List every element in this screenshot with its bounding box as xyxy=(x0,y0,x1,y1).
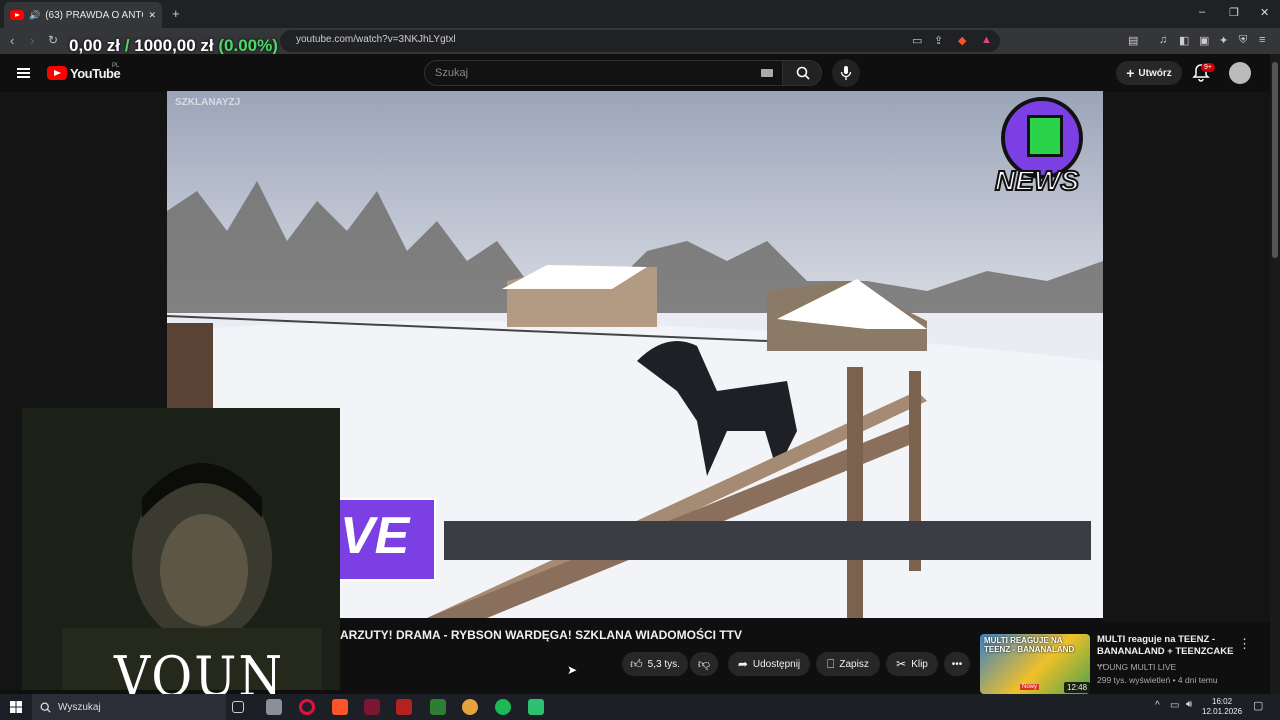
donation-goal: 1000,00 zł xyxy=(134,36,214,55)
taskbar-clock[interactable]: 16:02 12.01.2026 xyxy=(1202,697,1242,717)
spotify-icon[interactable] xyxy=(495,699,511,715)
overlay-ticker-bar xyxy=(444,521,1091,560)
right-dim-area xyxy=(1103,92,1270,622)
youtube-header: YouTube PL Szukaj + Utwórz xyxy=(0,54,1270,92)
volume-icon[interactable]: 🔊︎ xyxy=(1186,699,1192,710)
save-button[interactable]: ⎕ Zapisz xyxy=(816,652,880,676)
youtube-logo-icon[interactable] xyxy=(47,66,67,80)
app-icon-2[interactable] xyxy=(364,699,380,715)
scissors-icon: ✂ xyxy=(896,657,907,671)
wallet-icon[interactable]: ▣ xyxy=(1199,34,1209,47)
like-button[interactable]: 👍︎ 5,3 tys. xyxy=(622,652,688,676)
region-label: PL xyxy=(112,63,120,69)
mouse-cursor-icon: ➤ xyxy=(567,663,578,677)
thumbs-down-icon: 👎︎ xyxy=(697,656,711,671)
avatar[interactable] xyxy=(1229,62,1251,84)
tab-title: (63) PRAWDA O ANTOSIACH xyxy=(45,9,143,21)
app-icon-5[interactable] xyxy=(462,699,478,715)
url-text[interactable]: youtube.com/watch?v=3NKJhLYgtxl xyxy=(296,34,456,45)
create-button[interactable]: + Utwórz xyxy=(1116,61,1182,85)
search-input[interactable]: Szukaj xyxy=(424,60,784,86)
donation-separator: / xyxy=(124,36,130,55)
minimize-button[interactable]: – xyxy=(1199,6,1205,18)
taskbar-search[interactable]: Wyszukaj xyxy=(32,694,226,720)
voice-search-button[interactable] xyxy=(832,59,860,87)
app-icon-6[interactable] xyxy=(528,699,544,715)
bookmark-icon: ⎕ xyxy=(827,656,835,671)
new-tab-button[interactable]: + xyxy=(172,6,180,21)
suggested-channel-name[interactable]: YOUNG MULTI LIVE xyxy=(1097,662,1176,672)
brave-icon[interactable] xyxy=(332,699,348,715)
kebab-menu-icon[interactable]: ⋮ xyxy=(1238,636,1251,652)
search-icon xyxy=(796,66,810,80)
browser-tab-bar: 🔊 (63) PRAWDA O ANTOSIACH ✕ + – ❐ ✕ xyxy=(0,0,1280,28)
back-icon[interactable]: ‹ xyxy=(10,33,14,48)
youtube-favicon-icon xyxy=(10,10,24,20)
task-view-icon[interactable] xyxy=(232,701,244,713)
share-label: Udostępnij xyxy=(752,658,801,670)
brave-rewards-icon[interactable]: ▲ xyxy=(981,34,992,46)
reader-mode-icon[interactable]: ▤ xyxy=(1128,34,1138,47)
app-icon-1[interactable] xyxy=(266,699,282,715)
donation-amount: 0,00 zł xyxy=(69,36,121,55)
windows-taskbar: Wyszukaj ^ ▭ 🔊︎ ▢ xyxy=(0,694,1280,720)
forward-icon[interactable]: › xyxy=(30,33,34,48)
share-button[interactable]: ➦ Udostępnij xyxy=(728,652,810,676)
search-button[interactable] xyxy=(782,60,822,86)
notification-badge: 9+ xyxy=(1201,63,1215,72)
thumbnail-badge: Nowy xyxy=(1020,684,1040,690)
video-duration: 12:48 xyxy=(1064,682,1091,693)
music-icon[interactable]: ♫ xyxy=(1159,34,1167,46)
tray-chevron-icon[interactable]: ^ xyxy=(1155,700,1160,711)
windows-start-icon[interactable] xyxy=(10,701,22,713)
vpn-shield-icon[interactable]: ⛨ xyxy=(1239,34,1247,47)
more-actions-button[interactable]: ••• xyxy=(944,652,970,676)
thumbnail-text: MULTI REAGUJE NA TEENZ - BANANALAND xyxy=(984,636,1075,654)
news-logo-text: NEWS xyxy=(994,164,1080,197)
donation-goal-overlay: 0,00 zł / 1000,00 zł (0.00%) xyxy=(69,36,278,56)
restore-button[interactable]: ❐ xyxy=(1229,6,1239,19)
scrollbar-thumb[interactable] xyxy=(1272,62,1278,258)
share-icon: ➦ xyxy=(737,657,748,671)
donation-percent: (0.00%) xyxy=(218,36,278,55)
clip-label: Klip xyxy=(911,658,928,670)
create-label: Utwórz xyxy=(1138,67,1172,79)
clip-button[interactable]: ✂ Klip xyxy=(886,652,938,676)
ai-icon[interactable]: ✦ xyxy=(1219,34,1228,47)
more-icon: ••• xyxy=(951,658,963,670)
suggested-video-meta: 299 tys. wyświetleń • 4 dni temu xyxy=(1097,675,1218,685)
app-icon-4[interactable] xyxy=(430,699,446,715)
notifications-center-icon[interactable]: ▢ xyxy=(1253,699,1263,712)
live-overlay-text: VE xyxy=(340,507,410,565)
opera-icon[interactable] xyxy=(299,699,315,715)
taskbar-search-icon xyxy=(40,702,51,713)
network-icon[interactable]: ▭ xyxy=(1170,700,1179,711)
video-title: ARZUTY! DRAMA - RYBSON WARDĘGA! SZKLANA … xyxy=(340,628,742,642)
menu-icon[interactable]: ≡ xyxy=(1259,34,1265,46)
clock-date: 12.01.2026 xyxy=(1202,707,1243,716)
save-label: Zapisz xyxy=(839,658,869,670)
browser-tab[interactable]: 🔊 (63) PRAWDA O ANTOSIACH ✕ xyxy=(4,2,162,28)
microphone-icon xyxy=(840,66,852,80)
clock-time: 16:02 xyxy=(1212,697,1233,706)
sidebar-icon[interactable]: ◧ xyxy=(1179,34,1189,47)
news-logo: NEWS xyxy=(994,97,1089,205)
tab-close-icon[interactable]: ✕ xyxy=(148,10,156,21)
reload-icon[interactable]: ↻ xyxy=(48,33,58,47)
cast-icon[interactable]: ▭ xyxy=(912,34,922,47)
keyboard-icon[interactable] xyxy=(761,69,773,77)
like-count: 5,3 tys. xyxy=(647,658,680,670)
dislike-button[interactable]: 👎︎ xyxy=(690,652,718,676)
thumbs-up-icon: 👍︎ xyxy=(630,656,643,671)
brave-shield-icon[interactable]: ◆ xyxy=(958,34,966,47)
app-icon-3[interactable] xyxy=(396,699,412,715)
hamburger-menu-icon[interactable] xyxy=(17,68,30,78)
taskbar-search-label: Wyszukaj xyxy=(58,701,101,713)
share-page-icon[interactable]: ⇪ xyxy=(934,34,943,47)
close-window-button[interactable]: ✕ xyxy=(1260,6,1269,19)
channel-watermark: SZKLANAYZJ xyxy=(175,97,241,108)
audio-icon[interactable]: 🔊 xyxy=(29,10,40,21)
plus-icon: + xyxy=(1126,65,1135,81)
search-placeholder: Szukaj xyxy=(435,67,469,79)
